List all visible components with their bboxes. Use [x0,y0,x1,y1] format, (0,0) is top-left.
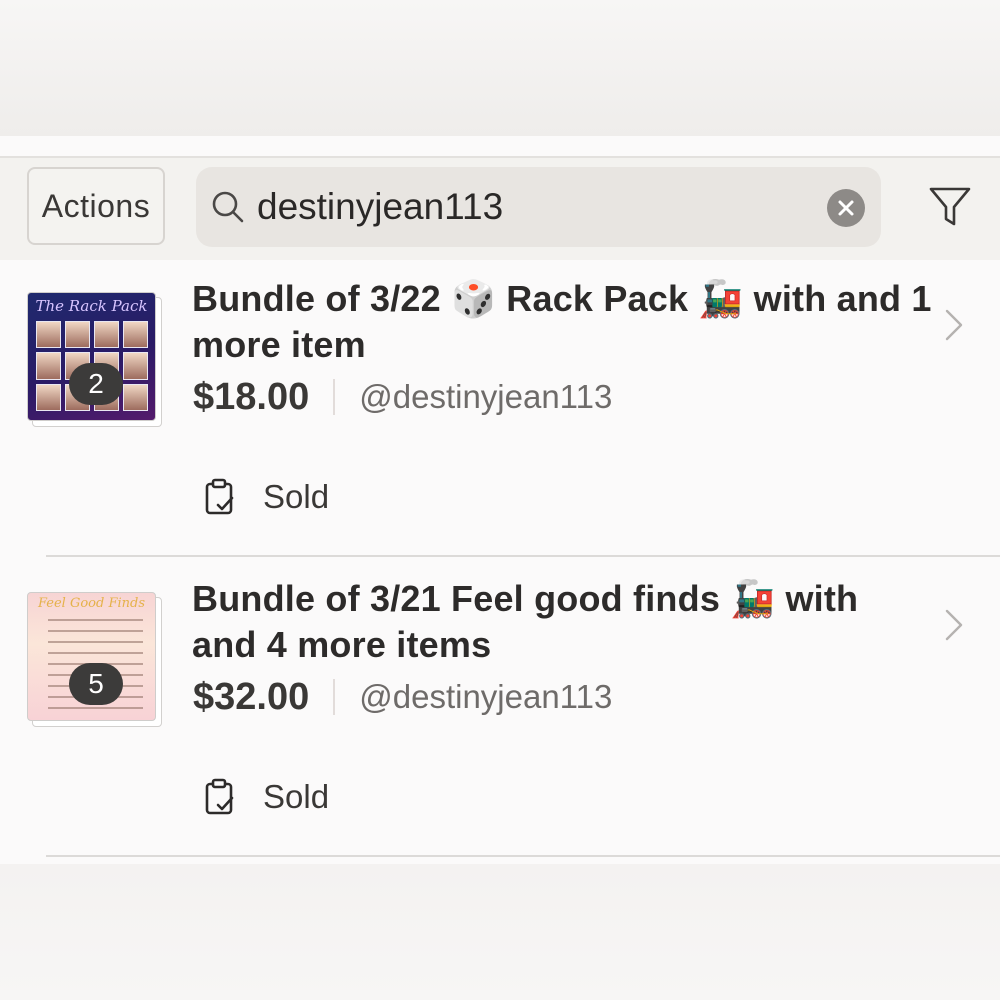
separator [333,679,336,715]
bundle-price: $18.00 [193,375,310,418]
background-top [0,0,1000,136]
bundle-price: $32.00 [193,675,310,718]
search-icon [212,191,244,223]
clear-search-button[interactable] [827,189,865,227]
bundle-title[interactable]: Bundle of 3/22 🎲 Rack Pack 🚂 with and 1 … [192,276,932,368]
chevron-right-icon[interactable] [943,308,965,342]
thumbnail-caption: The Rack Pack [35,297,148,315]
price-seller-line: $18.00 @destinyjean113 [193,372,612,422]
order-status: Sold [203,774,329,820]
item-count-badge: 2 [69,363,123,405]
background-bottom [0,864,1000,1000]
seller-username[interactable]: @destinyjean113 [359,678,612,716]
chevron-right-icon[interactable] [943,608,965,642]
order-status: Sold [203,474,329,520]
bundle-thumbnail[interactable]: Feel Good Finds 5 [27,592,162,727]
search-bar[interactable]: destinyjean113 [196,167,881,247]
price-seller-line: $32.00 @destinyjean113 [193,672,612,722]
item-count-badge: 5 [69,663,123,705]
filter-icon[interactable] [928,185,972,229]
status-label: Sold [263,478,330,515]
bundle-thumbnail[interactable]: The Rack Pack 2 [27,292,162,427]
row-divider [46,555,1000,557]
status-label: Sold [263,778,330,815]
search-input[interactable]: destinyjean113 [257,167,503,247]
seller-username[interactable]: @destinyjean113 [359,378,612,416]
actions-button[interactable]: Actions [27,167,165,245]
toolbar: Actions destinyjean113 [0,156,1000,260]
bundle-list-item[interactable]: The Rack Pack 2 Bundle of 3/22 🎲 Rack Pa… [0,262,1000,562]
close-icon [838,200,854,216]
separator [333,379,336,415]
clipboard-check-icon [205,778,234,815]
bundle-title[interactable]: Bundle of 3/21 Feel good finds 🚂 with an… [192,576,932,668]
clipboard-check-icon [205,478,234,515]
bundle-list-item[interactable]: Feel Good Finds 5 Bundle of 3/21 Feel go… [0,562,1000,862]
thumbnail-caption: Feel Good Finds [37,596,146,611]
bundle-list-panel: Actions destinyjean113 The Rack Pack 2 B… [0,136,1000,864]
row-divider [46,855,1000,857]
